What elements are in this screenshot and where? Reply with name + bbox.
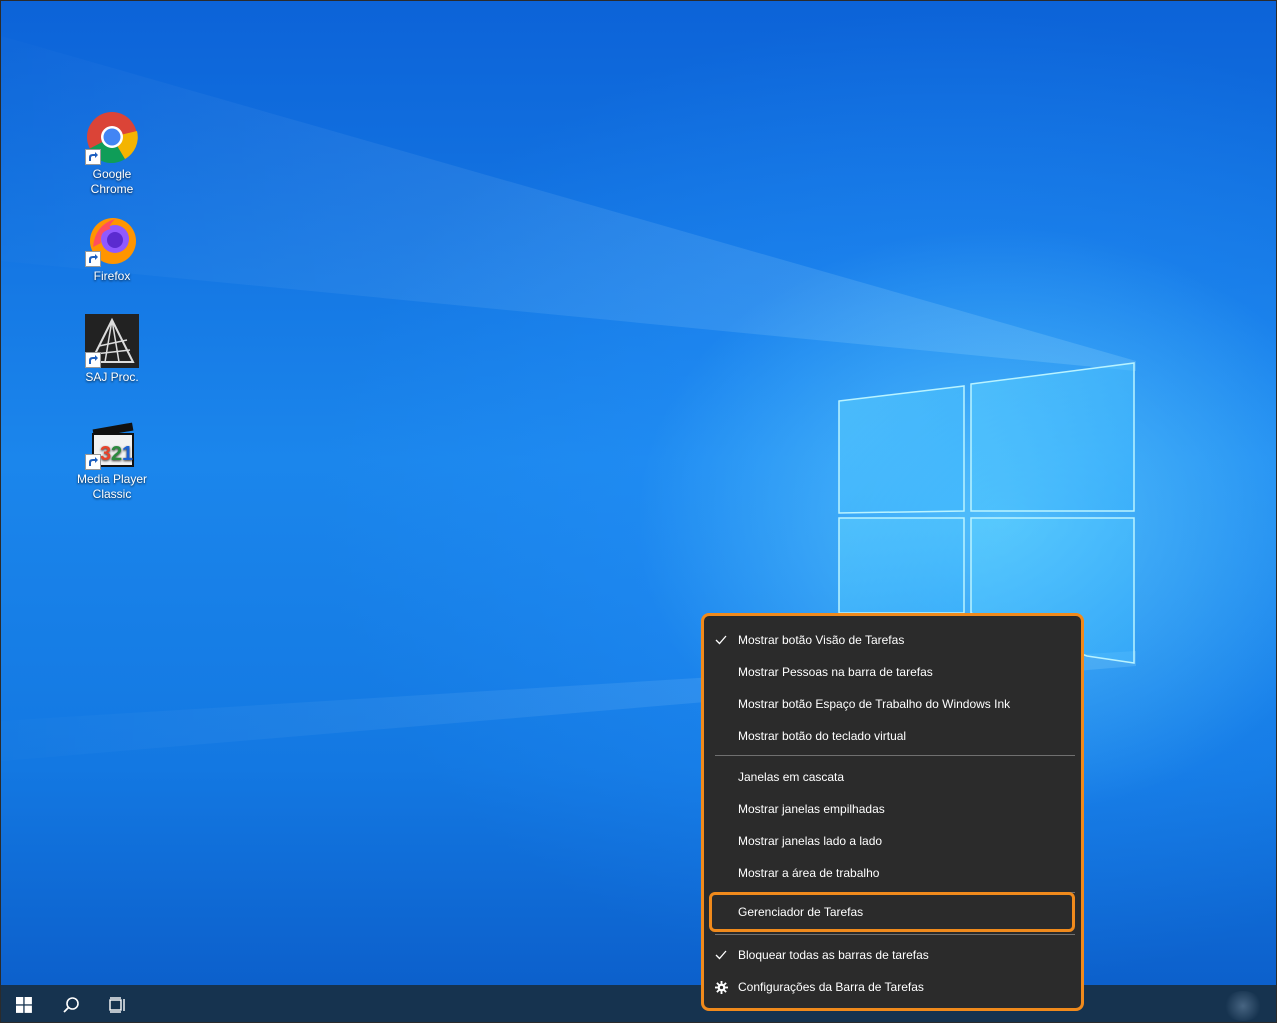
desktop-screen: Google Chrome Firefox SAJ Proc. 3 2 1 Me… (0, 0, 1277, 1023)
menu-item-label: Mostrar a área de trabalho (738, 866, 880, 880)
task-view-button[interactable] (95, 985, 141, 1022)
menu-item-label: Mostrar janelas lado a lado (738, 834, 883, 848)
menu-item-show-task-view-button[interactable]: Mostrar botão Visão de Tarefas (704, 625, 1081, 655)
desktop-icon-media-player-classic[interactable]: 3 2 1 Media Player Classic (67, 416, 157, 502)
desktop-icon-saj-proc[interactable]: SAJ Proc. (67, 314, 157, 385)
desktop-icon-label: SAJ Proc. (85, 370, 139, 384)
show-desktop-area[interactable] (1223, 991, 1263, 1021)
wallpaper-light-beams (1, 36, 1136, 761)
menu-separator (715, 755, 1075, 756)
gear-icon (704, 980, 738, 994)
menu-item-label: Bloquear todas as barras de tarefas (738, 948, 929, 962)
menu-item-stacked-windows[interactable]: Mostrar janelas empilhadas (704, 794, 1081, 824)
start-icon (16, 996, 32, 1013)
desktop-icon-label: Classic (92, 487, 132, 501)
menu-item-task-manager[interactable]: Gerenciador de Tarefas (704, 897, 1081, 927)
menu-item-cascade-windows[interactable]: Janelas em cascata (704, 762, 1081, 792)
desktop-icon-firefox[interactable]: Firefox (67, 213, 157, 284)
shortcut-arrow-icon (85, 149, 101, 165)
shortcut-arrow-icon (85, 352, 101, 368)
taskbar[interactable] (1, 985, 1276, 1022)
shortcut-arrow-icon (85, 454, 101, 470)
desktop-icon-label: Firefox (93, 269, 131, 283)
menu-item-label: Janelas em cascata (738, 770, 845, 784)
desktop-icon-google-chrome[interactable]: Google Chrome (67, 111, 157, 197)
menu-item-side-by-side-windows[interactable]: Mostrar janelas lado a lado (704, 826, 1081, 856)
menu-item-taskbar-settings[interactable]: Configurações da Barra de Tarefas (704, 972, 1081, 1002)
svg-text:2: 2 (111, 443, 122, 465)
start-button[interactable] (1, 985, 47, 1022)
menu-item-label: Mostrar botão Espaço de Trabalho do Wind… (738, 697, 1011, 711)
menu-item-show-windows-ink[interactable]: Mostrar botão Espaço de Trabalho do Wind… (704, 689, 1081, 719)
desktop-icon-label: Google (92, 167, 132, 181)
search-button[interactable] (48, 985, 94, 1022)
menu-separator (715, 934, 1075, 935)
menu-item-label: Gerenciador de Tarefas (738, 905, 864, 919)
menu-item-show-people[interactable]: Mostrar Pessoas na barra de tarefas (704, 657, 1081, 687)
svg-text:3: 3 (100, 443, 111, 465)
task-view-icon (109, 996, 125, 1013)
saj-proc-icon (85, 314, 139, 368)
menu-item-show-touch-keyboard[interactable]: Mostrar botão do teclado virtual (704, 721, 1081, 751)
menu-item-label: Configurações da Barra de Tarefas (738, 980, 924, 994)
menu-item-label: Mostrar botão Visão de Tarefas (738, 633, 905, 647)
menu-item-show-desktop[interactable]: Mostrar a área de trabalho (704, 858, 1081, 888)
checkmark-icon (704, 950, 738, 960)
menu-item-label: Mostrar botão do teclado virtual (738, 729, 907, 743)
svg-text:1: 1 (122, 443, 133, 465)
shortcut-arrow-icon (85, 251, 101, 267)
menu-item-label: Mostrar janelas empilhadas (738, 802, 885, 816)
menu-item-lock-taskbars[interactable]: Bloquear todas as barras de tarefas (704, 940, 1081, 970)
desktop-icon-label: Media Player (76, 472, 148, 486)
chrome-icon (85, 111, 139, 165)
taskbar-context-menu: Mostrar botão Visão de Tarefas Mostrar P… (701, 613, 1084, 1011)
search-icon (63, 996, 79, 1013)
desktop-icon-label: Chrome (90, 182, 134, 196)
menu-item-label: Mostrar Pessoas na barra de tarefas (738, 665, 933, 679)
checkmark-icon (704, 635, 738, 645)
media-player-classic-icon: 3 2 1 (85, 416, 139, 470)
firefox-icon (85, 213, 139, 267)
